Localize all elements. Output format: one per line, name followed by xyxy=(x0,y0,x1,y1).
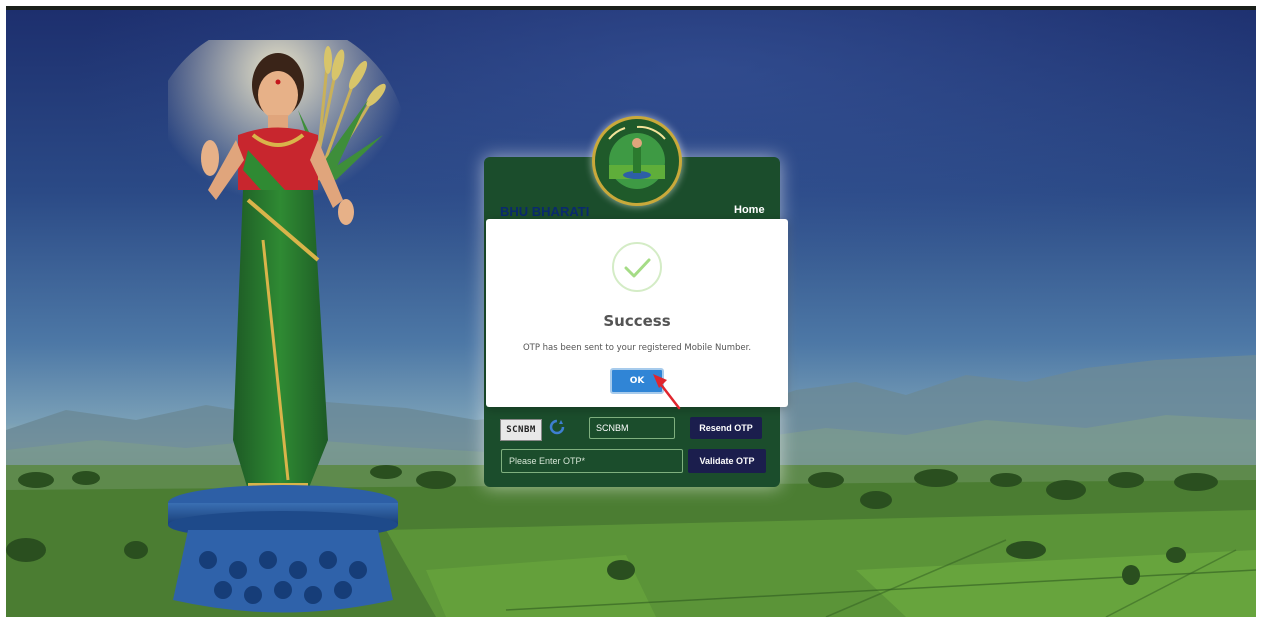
red-arrow-icon xyxy=(653,374,681,410)
captcha-input[interactable] xyxy=(589,417,675,439)
success-dialog: Success OTP has been sent to your regist… xyxy=(486,219,788,407)
goddess-statue-illustration xyxy=(168,40,408,613)
brand-title: BHU BHARATI xyxy=(500,204,590,219)
refresh-icon[interactable] xyxy=(549,419,565,435)
dialog-title: Success xyxy=(603,312,671,330)
validate-otp-button[interactable]: Validate OTP xyxy=(688,449,766,473)
app-root: BHU BHARATI Home SCNBM Resend OTP Valida… xyxy=(0,0,1262,619)
captcha-image: SCNBM xyxy=(500,419,542,441)
bhu-bharati-emblem-logo xyxy=(592,116,682,206)
home-link[interactable]: Home xyxy=(734,204,765,216)
resend-otp-button[interactable]: Resend OTP xyxy=(690,417,762,439)
dialog-message: OTP has been sent to your registered Mob… xyxy=(522,343,752,353)
check-circle-icon xyxy=(612,242,662,292)
otp-input[interactable] xyxy=(501,449,683,473)
